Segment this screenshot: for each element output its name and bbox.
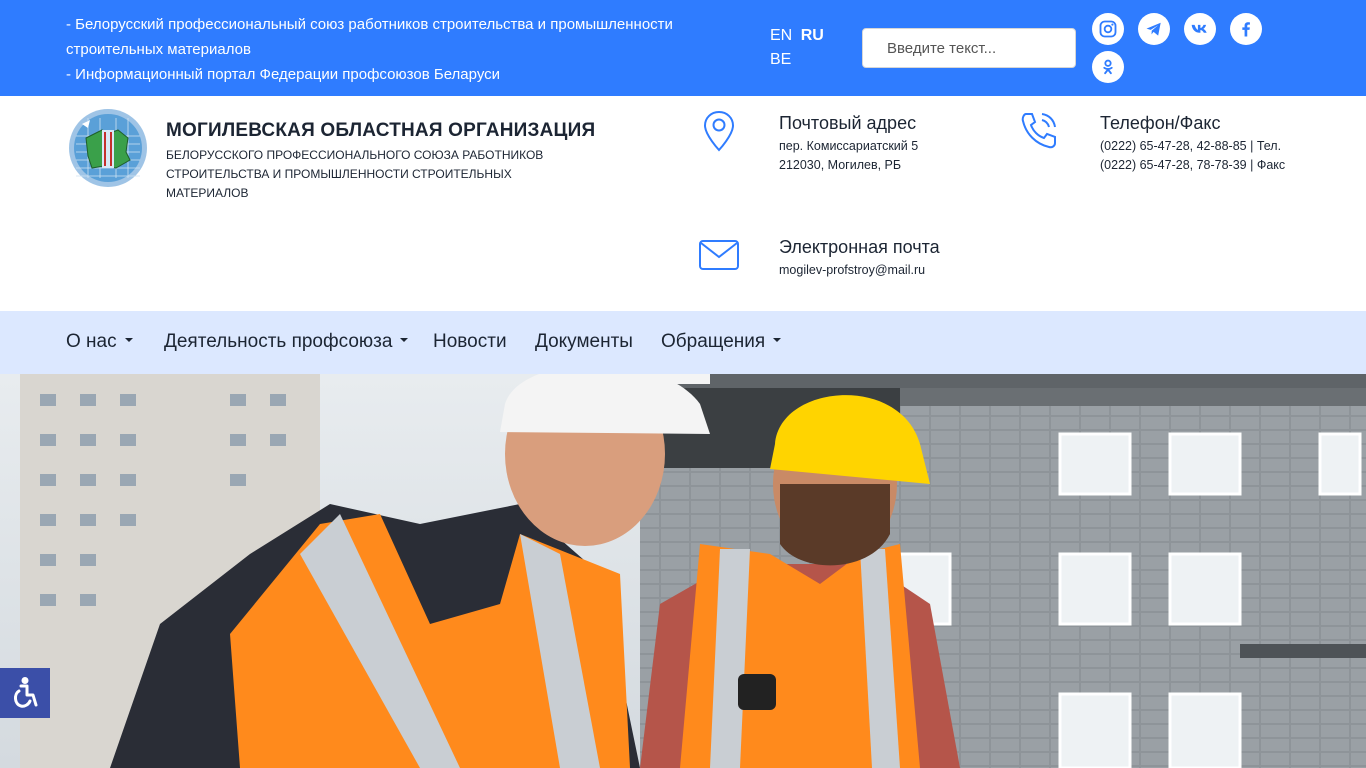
telegram-icon[interactable] [1138,13,1170,45]
location-pin-icon [702,110,736,157]
instagram-icon[interactable] [1092,13,1124,45]
nav-item-documents[interactable]: Документы [535,331,633,353]
accessibility-button[interactable] [0,668,50,718]
email-title: Электронная почта [779,237,940,257]
organization-subtitle: БЕЛОРУССКОГО ПРОФЕССИОНАЛЬНОГО СОЮЗА РАБ… [166,146,586,203]
organization-logo[interactable] [68,108,148,188]
email-address[interactable]: mogilev-profstroy@mail.ru [779,261,925,280]
search-input[interactable] [862,28,1076,68]
main-nav: О нас Деятельность профсоюза Новости Док… [0,311,1366,374]
postal-line: 212030, Могилев, РБ [779,158,902,172]
top-bar: - Белорусский профессиональный союз рабо… [0,0,1366,96]
caret-down-icon [124,337,133,342]
partner-links: - Белорусский профессиональный союз рабо… [66,12,746,87]
phone-title: Телефон/Факс [1100,113,1221,133]
fax-line: (0222) 65-47-28, 78-78-39 | Факс [1100,158,1286,172]
subtitle-line: СТРОИТЕЛЬСТВА И ПРОМЫШЛЕННОСТИ СТРОИТЕЛЬ… [166,167,512,200]
postal-title: Почтовый адрес [779,113,917,133]
nav-item-news[interactable]: Новости [433,331,507,353]
nav-item-activity[interactable]: Деятельность профсоюза [164,331,409,353]
phone-line: (0222) 65-47-28, 42-88-85 | Тел. [1100,139,1282,153]
nav-label: Обращения [661,331,766,352]
lang-ru[interactable]: RU [801,27,824,44]
caret-down-icon [400,337,409,342]
phone-icon [1018,110,1062,157]
lang-en[interactable]: EN [770,27,792,44]
odnoklassniki-icon[interactable] [1092,51,1124,83]
caret-down-icon [773,337,782,342]
partner-link-belprofstroy[interactable]: - Белорусский профессиональный союз рабо… [66,12,746,62]
partner-link-fpb[interactable]: - Информационный портал Федерации профсо… [66,62,746,87]
phone-numbers: (0222) 65-47-28, 42-88-85 | Тел. (0222) … [1100,137,1285,175]
hero-banner-image [0,374,1366,768]
vk-icon[interactable] [1184,13,1216,45]
organization-title: МОГИЛЕВСКАЯ ОБЛАСТНАЯ ОРГАНИЗАЦИЯ [166,120,596,141]
lang-be[interactable]: BE [770,51,791,68]
postal-line: пер. Комиссариатский 5 [779,139,919,153]
language-switcher: EN RU BE [770,24,828,72]
nav-item-about[interactable]: О нас [66,331,133,353]
nav-label: Деятельность профсоюза [164,331,393,352]
facebook-icon[interactable] [1230,13,1262,45]
postal-address: пер. Комиссариатский 5 212030, Могилев, … [779,137,918,175]
mail-icon [698,238,740,277]
nav-item-appeals[interactable]: Обращения [661,331,782,353]
accessibility-icon [14,677,38,708]
nav-label: О нас [66,331,117,352]
subtitle-line: БЕЛОРУССКОГО ПРОФЕССИОНАЛЬНОГО СОЮЗА РАБ… [166,148,544,162]
